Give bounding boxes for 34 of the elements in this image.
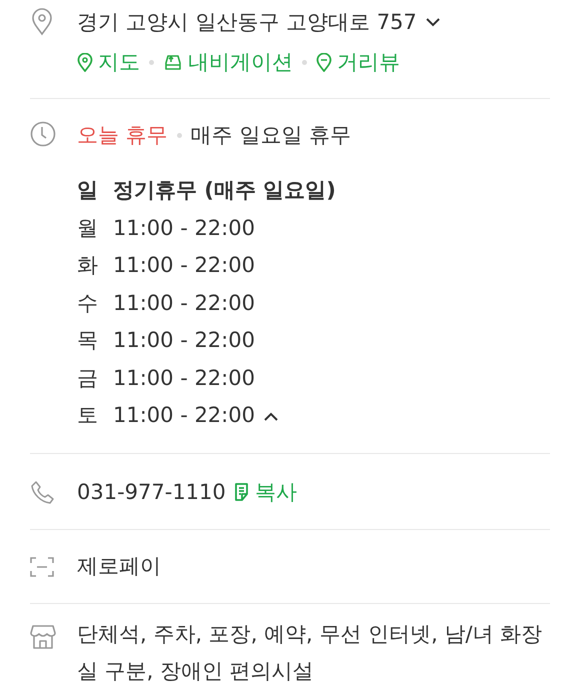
weekday-label: 일: [77, 177, 99, 204]
hours-text: 11:00 - 22:00: [113, 364, 255, 392]
collapse-caret-icon[interactable]: [262, 410, 279, 421]
weekday-label: 화: [77, 252, 99, 279]
facilities-text: 단체석, 주차, 포장, 예약, 무선 인터넷, 남/녀 화장실 구분, 장애인 편의시설: [77, 620, 544, 684]
weekday-label: 토: [77, 402, 99, 429]
copy-icon: [234, 482, 251, 502]
phone-icon: [30, 478, 56, 504]
location-pin-icon: [77, 52, 93, 72]
streetview-link[interactable]: 거리뷰: [316, 42, 400, 82]
weekday-label: 목: [77, 327, 99, 354]
hours-text: 11:00 - 22:00: [113, 327, 255, 354]
navigation-link[interactable]: 내비게이션: [163, 42, 293, 82]
expand-caret-icon[interactable]: [424, 17, 441, 27]
weekday-label: 수: [77, 290, 99, 316]
scan-frame-icon: [30, 556, 54, 576]
hours-text: 11:00 - 22:00: [113, 290, 255, 316]
phone-number[interactable]: 031-977-1110: [77, 472, 226, 512]
hours-text: 11:00 - 22:00: [113, 252, 255, 279]
copy-link[interactable]: 복사: [234, 472, 297, 512]
closed-note: 매주 일요일 휴무: [190, 122, 352, 149]
weekday-label: 월: [77, 214, 99, 242]
weekday-label: 금: [77, 364, 99, 392]
store-icon: [30, 624, 56, 650]
map-link[interactable]: 지도: [77, 42, 140, 82]
location-pin-icon: [316, 52, 332, 72]
clock-icon: [30, 121, 56, 147]
location-pin-icon: [30, 8, 54, 36]
hours-text: 11:00 - 22:00: [113, 214, 255, 242]
status-text: 오늘 휴무: [77, 122, 168, 149]
hours-text: 11:00 - 22:00: [113, 402, 255, 429]
address-text: 경기 고양시 일산동구 고양대로 757: [77, 9, 417, 36]
payment-text: 제로페이: [77, 552, 161, 580]
hours-text: 정기휴무 (매주 일요일): [113, 177, 336, 204]
